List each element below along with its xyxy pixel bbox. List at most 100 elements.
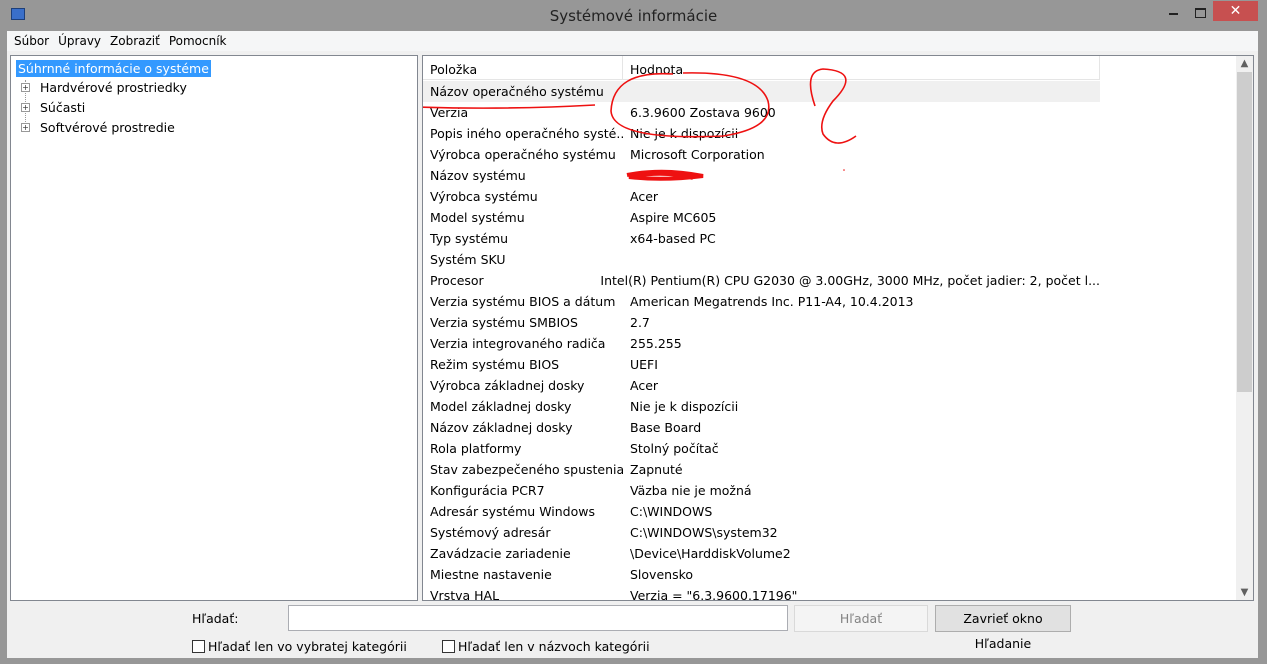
expand-icon[interactable]: + [21, 103, 30, 112]
value-cell: 255.255 [630, 336, 682, 351]
item-cell: Systémový adresár [430, 525, 551, 540]
table-row[interactable]: Výrobca základnej dosky Acer [423, 375, 1100, 396]
table-row[interactable]: Vrstva HAL Verzia = "6.3.9600.17196" [423, 585, 1100, 601]
item-cell: Názov základnej dosky [430, 420, 573, 435]
table-row[interactable]: Miestne nastavenie Slovensko [423, 564, 1100, 585]
list-header: Položka Hodnota [423, 56, 1100, 80]
tree-label: Súčasti [40, 100, 86, 115]
item-cell: Miestne nastavenie [430, 567, 552, 582]
value-cell: C:\WINDOWS [630, 504, 713, 519]
value-cell: Zapnuté [630, 462, 683, 477]
item-cell: Typ systému [430, 231, 509, 246]
menu-view[interactable]: Zobraziť [109, 31, 168, 51]
search-selected-category-checkbox[interactable]: Hľadať len vo vybratej kategórii [192, 639, 407, 654]
menu-help[interactable]: Pomocník [168, 31, 235, 51]
checkbox-icon[interactable] [192, 640, 205, 653]
table-row[interactable]: Verzia systému BIOS a dátum American Mega… [423, 291, 1100, 312]
item-cell: Model systému [430, 210, 525, 225]
table-row[interactable]: Adresár systému Windows C:\WINDOWS [423, 501, 1100, 522]
list-rows: Názov operačného systému Verzia 6.3.9600 Z… [423, 81, 1100, 601]
item-cell: Systém SKU [430, 252, 506, 267]
item-cell: Režim systému BIOS [430, 357, 560, 372]
table-row[interactable]: Názov systému [423, 165, 1100, 186]
details-list: Položka Hodnota Názov operačného systému… [422, 55, 1254, 601]
table-row[interactable]: Systém SKU [423, 249, 1100, 270]
table-row[interactable]: Režim systému BIOS UEFI [423, 354, 1100, 375]
vertical-scrollbar[interactable]: ▲ ▼ [1236, 56, 1253, 600]
close-find-button[interactable]: Zavrieť okno Hľadanie [935, 605, 1071, 651]
table-row[interactable]: Rola platformy Stolný počítač [423, 438, 1100, 459]
table-row[interactable]: Výrobca operačného systému Microsoft Corp… [423, 144, 1100, 165]
table-row[interactable]: Procesor Intel(R) Pentium(R) CPU G2030 @ … [423, 270, 1100, 291]
value-cell: Nie je k dispozícii [630, 126, 739, 141]
maximize-button[interactable] [1193, 1, 1213, 21]
value-cell: \Device\HarddiskVolume2 [630, 546, 791, 561]
minimize-button[interactable] [1168, 1, 1194, 21]
value-cell: 2.7 [630, 315, 650, 330]
table-row[interactable]: Model systému Aspire MC605 [423, 207, 1100, 228]
checkbox-label: Hľadať len v názvoch kategórii [458, 639, 650, 654]
tree-item-software[interactable]: + Softvérové prostredie [21, 120, 175, 135]
item-cell: Popis iného operačného systé... [430, 126, 623, 141]
value-cell: Stolný počítač [630, 441, 719, 456]
item-cell: Názov systému [430, 168, 526, 183]
value-cell: Slovensko [630, 567, 694, 582]
search-input[interactable] [288, 605, 788, 631]
value-cell: Base Board [630, 420, 702, 435]
value-cell: Acer [630, 189, 659, 204]
table-row[interactable]: Verzia 6.3.9600 Zostava 9600 [423, 102, 1100, 123]
item-cell: Vrstva HAL [430, 588, 500, 601]
menu-edit[interactable]: Úpravy [57, 31, 109, 51]
expand-icon[interactable]: + [21, 83, 30, 92]
table-row[interactable]: Systémový adresár C:\WINDOWS\system32 [423, 522, 1100, 543]
value-cell: American Megatrends Inc. P11-A4, 10.4.20… [630, 294, 914, 309]
tree-item-hardware[interactable]: + Hardvérové prostriedky [21, 80, 187, 95]
item-cell: Výrobca systému [430, 189, 538, 204]
value-cell: UEFI [630, 357, 658, 372]
item-cell: Konfigurácia PCR7 [430, 483, 545, 498]
value-cell: Intel(R) Pentium(R) CPU G2030 @ 3.00GHz,… [600, 273, 1100, 288]
tree-item-components[interactable]: + Súčasti [21, 100, 85, 115]
title-bar: Systémové informácie ✕ [0, 0, 1267, 31]
item-cell: Verzia [430, 105, 469, 120]
item-cell: Model základnej dosky [430, 399, 572, 414]
table-row[interactable]: Konfigurácia PCR7 Väzba nie je možná [423, 480, 1100, 501]
close-button[interactable]: ✕ [1213, 1, 1258, 21]
table-row[interactable]: Verzia systému SMBIOS 2.7 [423, 312, 1100, 333]
menu-file[interactable]: Súbor [13, 31, 57, 51]
item-cell: Verzia systému BIOS a dátum [430, 294, 616, 309]
table-row[interactable]: Výrobca systému Acer [423, 186, 1100, 207]
item-cell: Verzia systému SMBIOS [430, 315, 578, 330]
checkbox-label: Hľadať len vo vybratej kategórii [208, 639, 407, 654]
column-header-item[interactable]: Položka [423, 56, 623, 79]
search-label: Hľadať: [192, 611, 239, 626]
column-header-value[interactable]: Hodnota [623, 56, 1100, 79]
expand-icon[interactable]: + [21, 123, 30, 132]
item-cell: Výrobca operačného systému [430, 147, 616, 162]
tree-item-summary[interactable]: Súhrnné informácie o systéme [16, 60, 211, 77]
scroll-thumb[interactable] [1237, 72, 1252, 392]
tree-label: Softvérové prostredie [40, 120, 175, 135]
table-row[interactable]: Verzia integrovaného radiča 255.255 [423, 333, 1100, 354]
table-row[interactable]: Stav zabezpečeného spustenia Zapnuté [423, 459, 1100, 480]
scroll-down-icon[interactable]: ▼ [1236, 587, 1253, 598]
table-row[interactable]: Model základnej dosky Nie je k dispozícii [423, 396, 1100, 417]
scroll-up-icon[interactable]: ▲ [1236, 58, 1253, 69]
item-cell: Názov operačného systému [430, 84, 604, 99]
item-cell: Zavádzacie zariadenie [430, 546, 571, 561]
table-row[interactable]: Typ systému x64-based PC [423, 228, 1100, 249]
table-row[interactable]: Popis iného operačného systé... Nie je k … [423, 123, 1100, 144]
window-title: Systémové informácie [549, 7, 718, 25]
table-row[interactable]: Názov základnej dosky Base Board [423, 417, 1100, 438]
value-cell: x64-based PC [630, 231, 716, 246]
checkbox-icon[interactable] [442, 640, 455, 653]
item-cell: Verzia integrovaného radiča [430, 336, 606, 351]
table-row[interactable]: Zavádzacie zariadenie \Device\HarddiskVol… [423, 543, 1100, 564]
item-cell: Procesor [430, 273, 484, 288]
find-button[interactable]: Hľadať [794, 605, 928, 632]
table-row[interactable]: Názov operačného systému [423, 81, 1100, 102]
item-cell: Rola platformy [430, 441, 522, 456]
category-tree: Súhrnné informácie o systéme + Hardvérové… [10, 55, 418, 601]
value-cell: Aspire MC605 [630, 210, 717, 225]
search-category-names-checkbox[interactable]: Hľadať len v názvoch kategórii [442, 639, 650, 654]
